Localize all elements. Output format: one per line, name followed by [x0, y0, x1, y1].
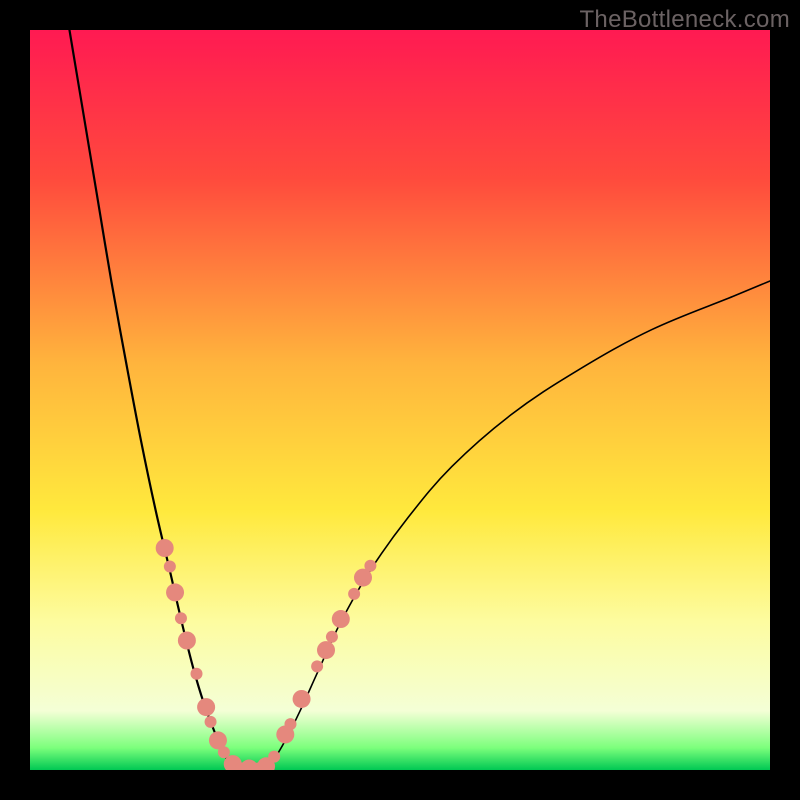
data-point [348, 588, 360, 600]
data-point [164, 561, 176, 573]
data-point [311, 660, 323, 672]
data-point [317, 641, 335, 659]
data-point [166, 583, 184, 601]
chart-svg [30, 30, 770, 770]
data-point [332, 610, 350, 628]
data-point [175, 612, 187, 624]
data-point [326, 631, 338, 643]
data-point [178, 632, 196, 650]
data-point [156, 539, 174, 557]
chart-container: TheBottleneck.com [0, 0, 800, 800]
data-point [197, 698, 215, 716]
data-point [205, 716, 217, 728]
data-point [191, 668, 203, 680]
plot-area [30, 30, 770, 770]
data-point [293, 690, 311, 708]
data-point [364, 560, 376, 572]
gradient-background [30, 30, 770, 770]
data-point [268, 751, 280, 763]
data-point [284, 718, 296, 730]
